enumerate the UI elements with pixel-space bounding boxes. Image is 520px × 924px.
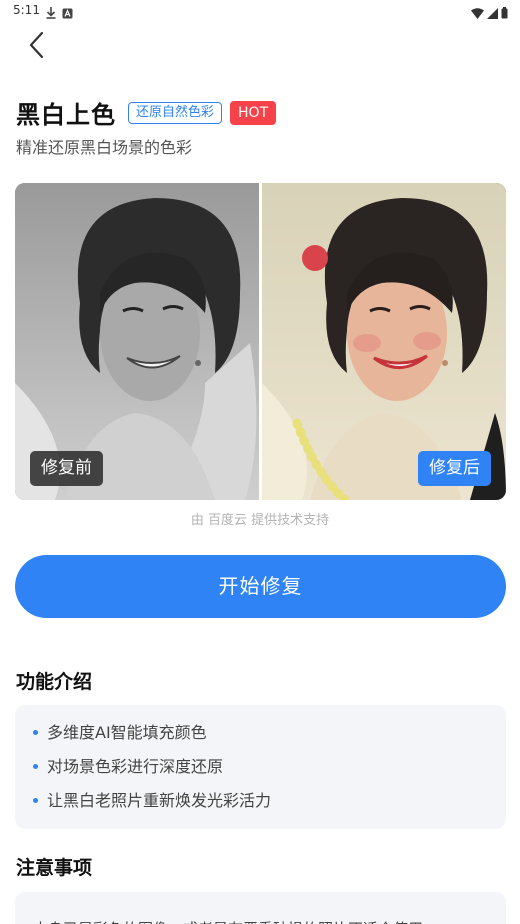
feature-list: 多维度AI智能填充颜色 对场景色彩进行深度还原 让黑白老照片重新焕发光彩活力 [15,705,506,823]
provider-credit: 由 百度云 提供技术支持 [190,513,330,528]
status-bar: 5:11 [0,0,520,22]
chevron-left-icon [29,31,45,63]
before-after-comparison: 修复前 修复后 [15,183,506,500]
notes-text: 本身已是彩色的图像，或者是有严重破损的照片不适合使用 [15,892,506,924]
before-label: 修复前 [30,451,103,486]
hot-badge: HOT [230,100,277,125]
signal-icon [487,4,498,23]
back-button[interactable] [22,30,52,64]
wifi-icon [471,4,484,23]
status-time: 5:11 [13,3,40,17]
title-row: 黑白上色 还原自然色彩 HOT [16,95,277,130]
page-subtitle: 精准还原黑白场景的色彩 [16,138,193,157]
after-label: 修复后 [418,451,491,486]
feature-item: 多维度AI智能填充颜色 [31,721,506,755]
start-restore-button[interactable]: 开始修复 [15,555,506,618]
feature-item: 让黑白老照片重新焕发光彩活力 [31,789,506,823]
page-title: 黑白上色 [16,101,116,129]
notification-a-icon [62,4,73,23]
natural-color-tag: 还原自然色彩 [128,101,223,124]
features-title: 功能介绍 [16,671,93,693]
battery-icon [501,4,508,23]
notes-title: 注意事项 [16,857,93,879]
features-card: 多维度AI智能填充颜色 对场景色彩进行深度还原 让黑白老照片重新焕发光彩活力 [15,705,506,829]
feature-item: 对场景色彩进行深度还原 [31,755,506,789]
download-icon [46,4,56,23]
notes-card: 本身已是彩色的图像，或者是有严重破损的照片不适合使用 [15,892,506,924]
